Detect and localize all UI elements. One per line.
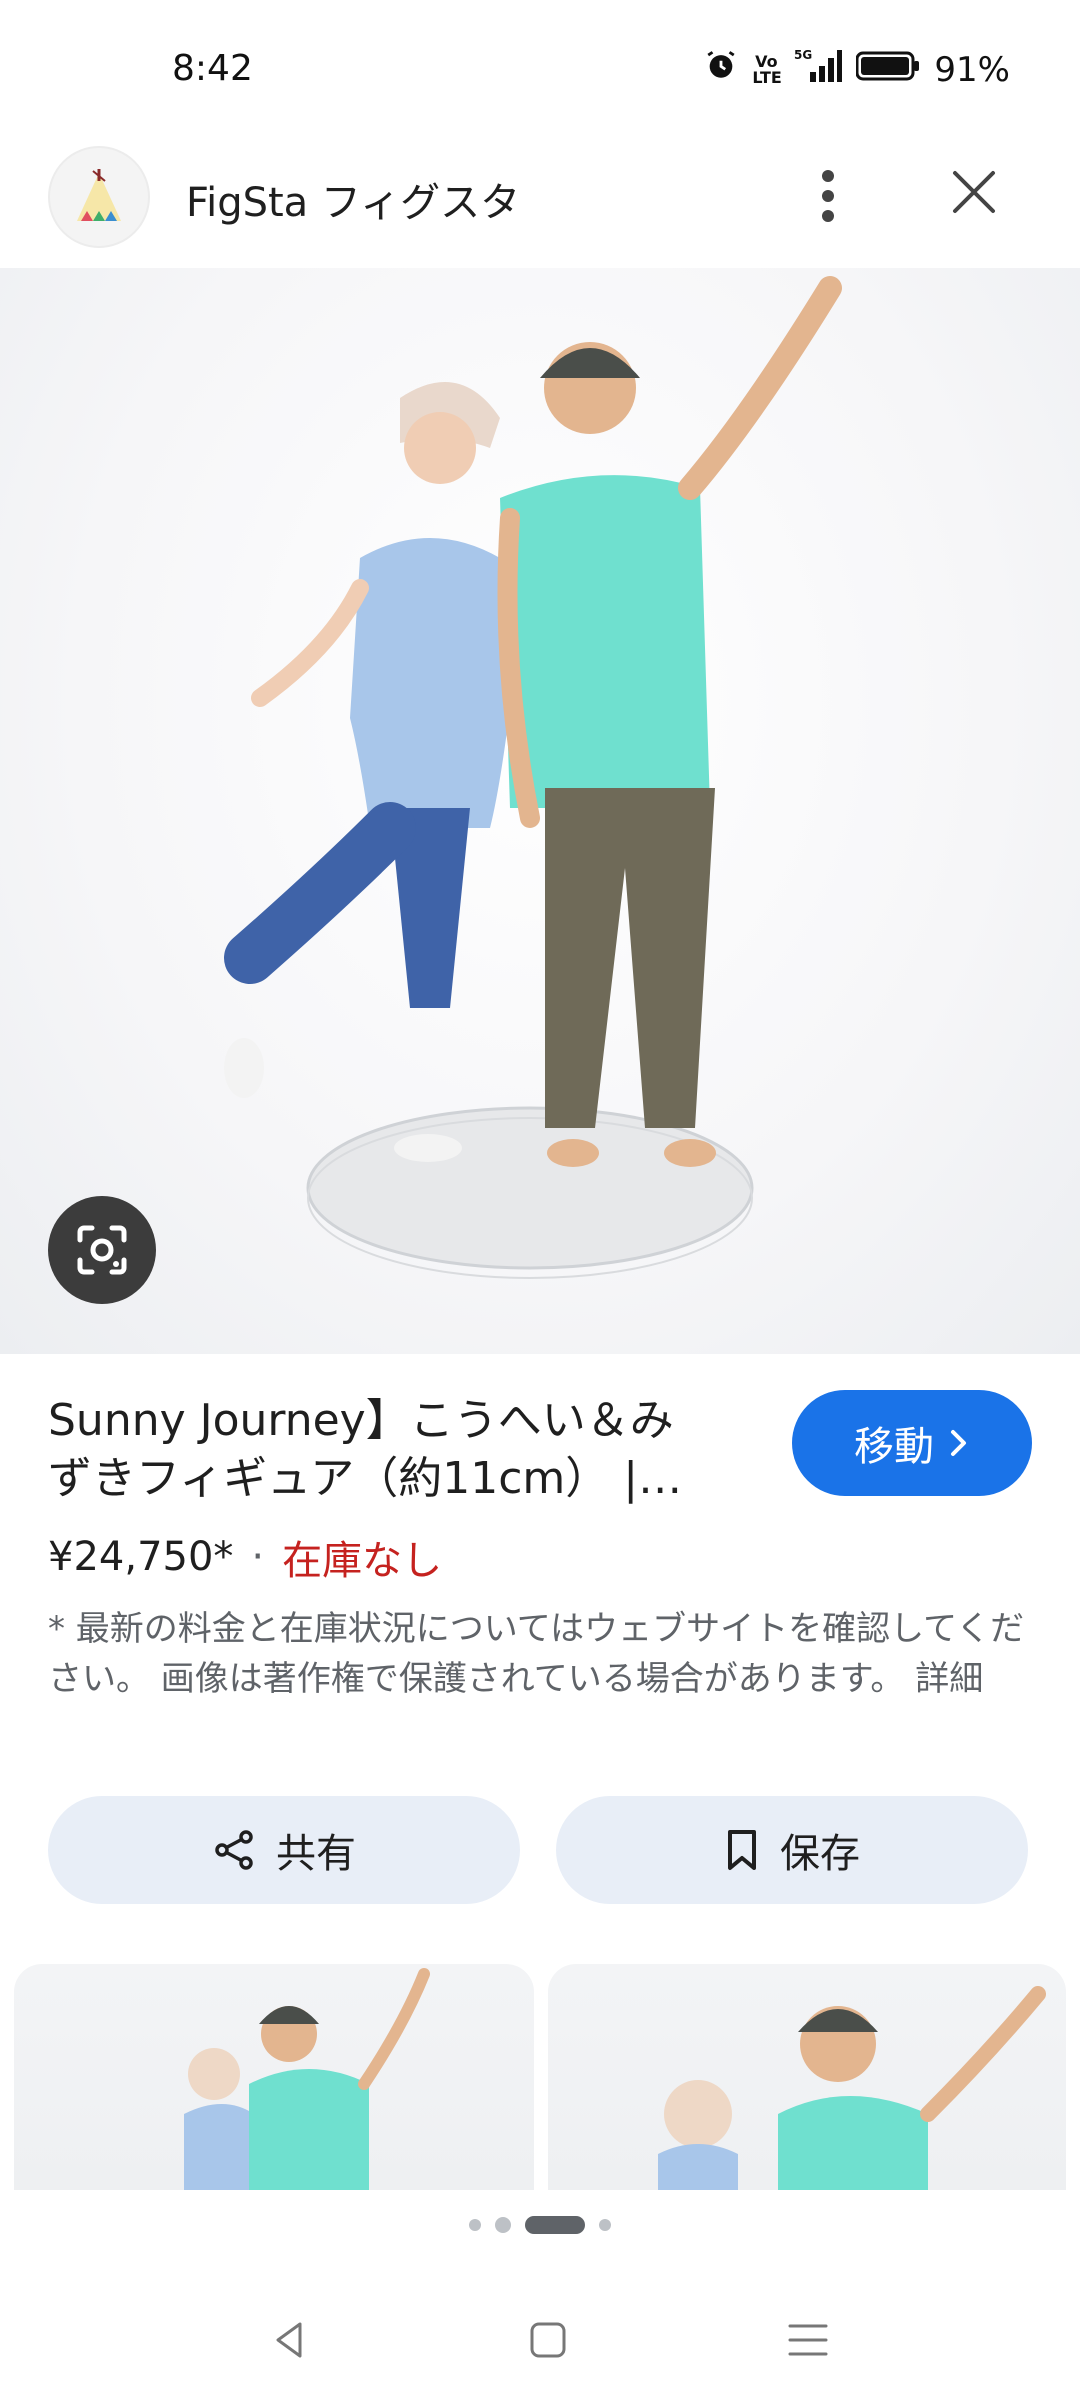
lens-search-button[interactable]	[48, 1196, 156, 1304]
page-dot	[469, 2219, 481, 2231]
related-image-1[interactable]	[14, 1964, 534, 2190]
alarm-icon	[704, 48, 738, 91]
share-label: 共有	[276, 1831, 356, 1877]
close-button[interactable]	[944, 162, 1004, 222]
stock-status: 在庫なし	[282, 1538, 443, 1584]
battery-icon	[855, 50, 920, 90]
volte-icon: Vo LTE	[752, 51, 782, 87]
figure-illustration	[224, 276, 842, 1279]
more-options-button[interactable]	[800, 154, 856, 238]
product-title-line-1: Sunny Journey】こうへい＆み	[48, 1395, 674, 1446]
result-header: FigSta フィグスタ	[0, 140, 1080, 260]
price-row: ¥24,750* · 在庫なし	[48, 1528, 442, 1586]
home-icon	[530, 2322, 566, 2358]
status-icons: Vo LTE 5G 91%	[704, 48, 1010, 91]
share-button[interactable]: 共有	[48, 1796, 520, 1904]
teepee-logo-icon	[77, 169, 121, 221]
site-logo[interactable]	[48, 146, 150, 248]
save-button[interactable]: 保存	[556, 1796, 1028, 1904]
bookmark-icon	[728, 1830, 756, 1870]
price: ¥24,750*	[48, 1534, 234, 1580]
product-title-line-2: ずきフィギュア（約11cm） |…	[48, 1453, 683, 1504]
more-vert-icon	[822, 170, 834, 222]
disclaimer-text: * 最新の料金と在庫状況についてはウェブサイトを確認してください。 画像は著作権…	[48, 1609, 1025, 1699]
share-icon	[215, 1830, 253, 1870]
network-label: 5G	[794, 48, 812, 62]
status-time: 8:42	[172, 48, 253, 89]
related-image-2[interactable]	[548, 1964, 1066, 2190]
screen: 8:42 Vo LTE 5G 91% FigSta フィグスタ Sunny Jo…	[0, 0, 1080, 2400]
page-dot-active	[525, 2216, 585, 2234]
nav-menu-button[interactable]	[768, 2300, 848, 2380]
back-icon	[276, 2322, 302, 2358]
chevron-right-icon	[951, 1430, 966, 1456]
page-dot	[599, 2219, 611, 2231]
separator-dot: ·	[251, 1534, 265, 1580]
page-dot	[495, 2217, 511, 2233]
system-nav-bar	[0, 2270, 1080, 2400]
nav-back-button[interactable]	[250, 2300, 330, 2380]
lens-icon	[77, 1225, 127, 1275]
status-bar: 8:42 Vo LTE 5G 91%	[0, 0, 1080, 140]
battery-percent: 91%	[934, 49, 1010, 90]
product-image[interactable]	[0, 268, 1080, 1354]
related-thumbnail-2	[658, 1986, 1046, 2190]
goto-site-button[interactable]: 移動	[792, 1390, 1032, 1496]
goto-label: 移動	[854, 1424, 934, 1470]
related-thumbnail-1	[184, 1968, 430, 2190]
menu-icon	[788, 2324, 828, 2356]
site-name[interactable]: FigSta フィグスタ	[186, 170, 520, 228]
close-icon	[953, 171, 995, 213]
nav-home-button[interactable]	[508, 2300, 588, 2380]
product-title[interactable]: Sunny Journey】こうへい＆み ずきフィギュア（約11cm） |…	[48, 1392, 748, 1508]
signal-icon: 5G	[794, 48, 843, 91]
page-indicator	[0, 2216, 1080, 2234]
save-label: 保存	[780, 1831, 860, 1877]
